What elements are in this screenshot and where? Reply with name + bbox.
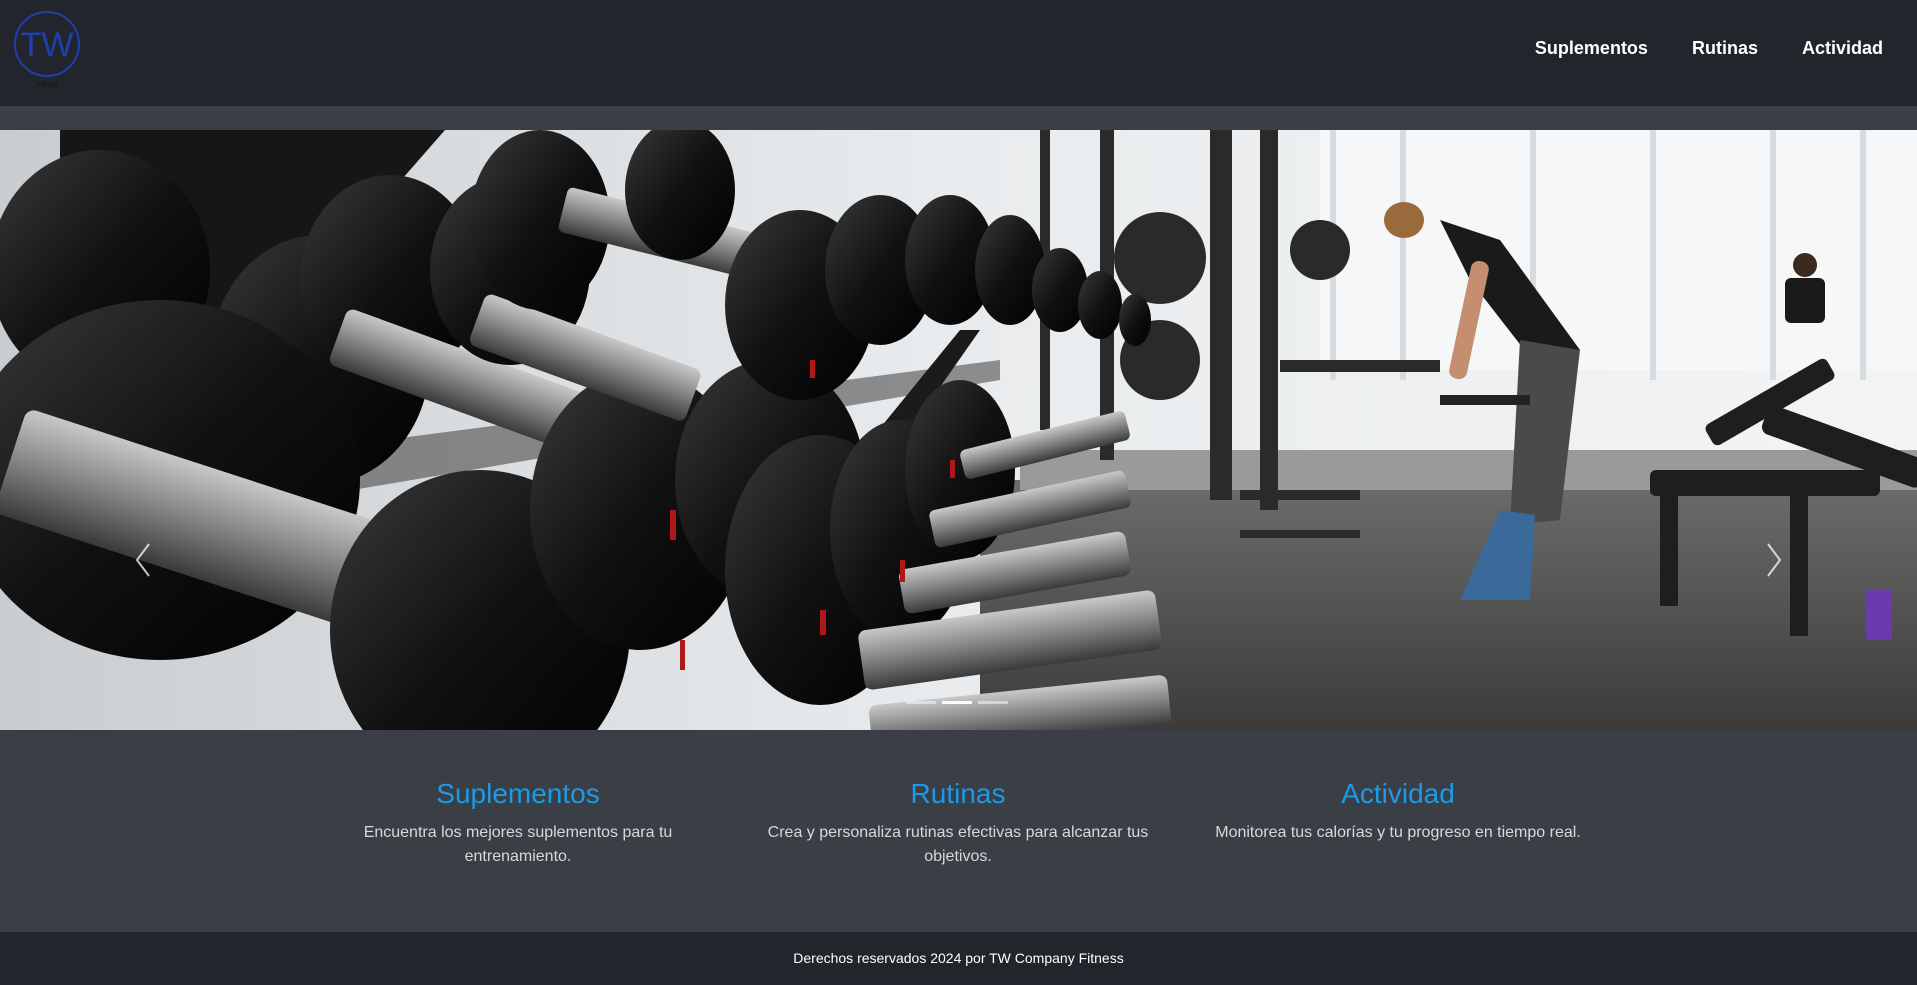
copyright-text: Derechos reservados 2024 por TW Company … bbox=[793, 950, 1124, 966]
logo-emblem-icon: TW TW-BE bbox=[14, 11, 80, 89]
footer: Derechos reservados 2024 por TW Company … bbox=[0, 932, 1917, 985]
carousel-indicator-1[interactable] bbox=[906, 701, 936, 704]
logo-monogram: TW bbox=[21, 26, 74, 64]
feature-actividad: Actividad Monitorea tus calorías y tu pr… bbox=[1198, 778, 1598, 845]
nav-link-actividad[interactable]: Actividad bbox=[1802, 38, 1883, 59]
feature-title: Rutinas bbox=[910, 778, 1006, 809]
nav-link-rutinas[interactable]: Rutinas bbox=[1692, 38, 1758, 59]
carousel-indicator-3[interactable] bbox=[978, 701, 1008, 704]
carousel-prev-button[interactable] bbox=[125, 530, 165, 590]
feature-title: Actividad bbox=[1341, 778, 1455, 809]
navbar: TW TW-BE Suplementos Rutinas Actividad bbox=[0, 0, 1917, 106]
logo-caption: TW-BE bbox=[36, 82, 59, 89]
feature-title: Suplementos bbox=[436, 778, 600, 809]
chevron-right-icon bbox=[1767, 543, 1782, 577]
feature-suplementos: Suplementos Encuentra los mejores suplem… bbox=[318, 778, 718, 869]
carousel-indicator-2[interactable] bbox=[942, 701, 972, 704]
carousel-indicators bbox=[906, 701, 1008, 704]
gym-dumbbell-rack-photo bbox=[0, 130, 1917, 730]
hero-carousel[interactable] bbox=[0, 130, 1917, 730]
features-section: Suplementos Encuentra los mejores suplem… bbox=[0, 730, 1917, 932]
feature-description: Crea y personaliza rutinas efectivas par… bbox=[767, 824, 1149, 865]
spacer-band bbox=[0, 106, 1917, 130]
feature-rutinas: Rutinas Crea y personaliza rutinas efect… bbox=[758, 778, 1158, 869]
main-nav: Suplementos Rutinas Actividad bbox=[1535, 38, 1883, 59]
nav-link-suplementos[interactable]: Suplementos bbox=[1535, 38, 1648, 59]
chevron-left-icon bbox=[135, 543, 150, 577]
carousel-next-button[interactable] bbox=[1752, 530, 1792, 590]
feature-description: Encuentra los mejores suplementos para t… bbox=[363, 824, 673, 865]
feature-description: Monitorea tus calorías y tu progreso en … bbox=[1215, 824, 1581, 841]
brand-logo[interactable]: TW TW-BE bbox=[12, 9, 82, 91]
